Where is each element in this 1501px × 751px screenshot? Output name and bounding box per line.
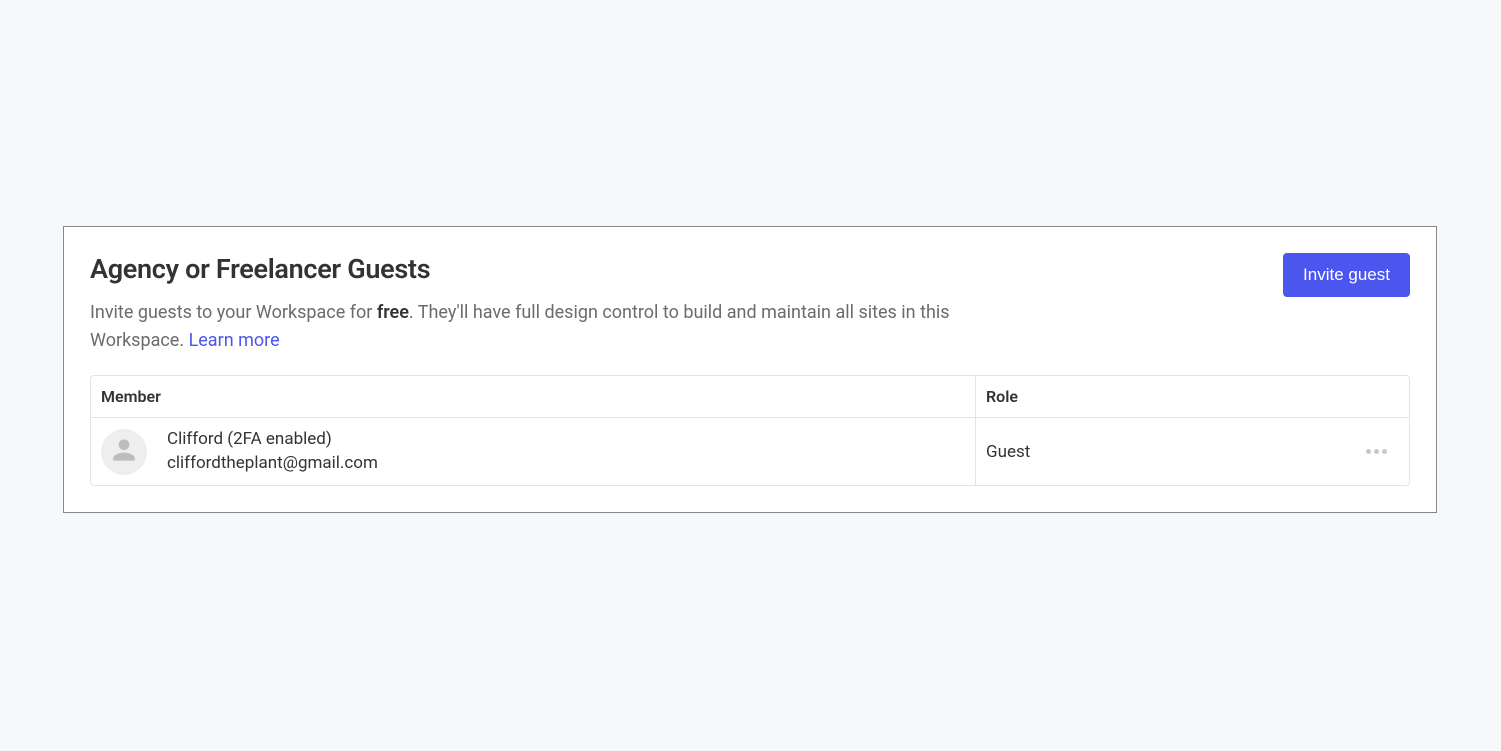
member-cell: Clifford (2FA enabled) cliffordtheplant@… xyxy=(91,418,976,486)
table-header-row: Member Role xyxy=(91,376,1409,418)
panel-title: Agency or Freelancer Guests xyxy=(90,253,990,285)
row-actions-button[interactable] xyxy=(1362,445,1391,458)
person-icon xyxy=(108,434,140,470)
member-name: Clifford (2FA enabled) xyxy=(167,428,378,452)
column-header-role: Role xyxy=(976,376,1409,417)
member-info: Clifford (2FA enabled) cliffordtheplant@… xyxy=(167,428,378,476)
table-row: Clifford (2FA enabled) cliffordtheplant@… xyxy=(91,418,1409,486)
description-bold: free xyxy=(377,302,409,323)
description-prefix: Invite guests to your Workspace for xyxy=(90,302,377,323)
column-header-member: Member xyxy=(91,376,976,417)
guests-panel: Agency or Freelancer Guests Invite guest… xyxy=(63,226,1437,513)
guests-table: Member Role Clifford (2FA enabled) cliff… xyxy=(90,375,1410,487)
learn-more-link[interactable]: Learn more xyxy=(189,330,280,351)
panel-header-text: Agency or Freelancer Guests Invite guest… xyxy=(90,253,990,355)
avatar xyxy=(101,429,147,475)
member-email: cliffordtheplant@gmail.com xyxy=(167,452,378,476)
panel-description: Invite guests to your Workspace for free… xyxy=(90,299,990,355)
more-horizontal-icon xyxy=(1366,449,1387,454)
role-value: Guest xyxy=(986,442,1030,462)
invite-guest-button[interactable]: Invite guest xyxy=(1283,253,1410,297)
role-cell: Guest xyxy=(976,418,1409,486)
panel-header: Agency or Freelancer Guests Invite guest… xyxy=(90,253,1410,355)
